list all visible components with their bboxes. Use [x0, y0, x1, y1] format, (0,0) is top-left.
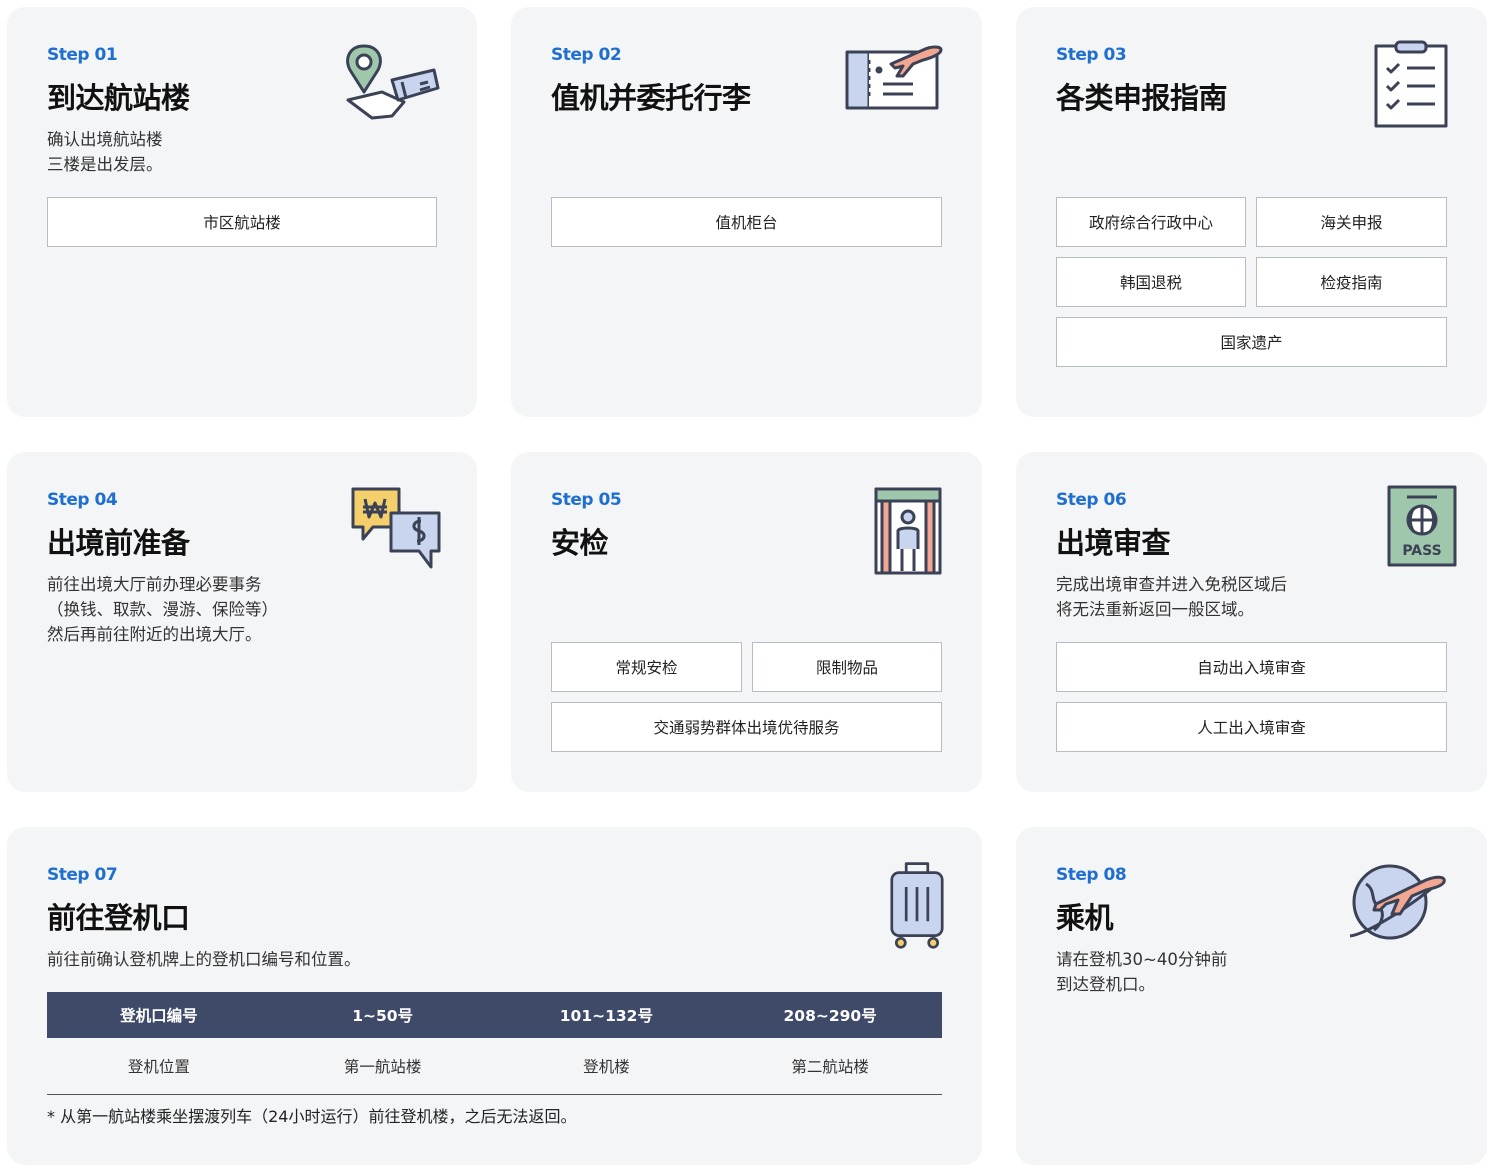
- step-title: 安检: [551, 526, 609, 560]
- step-title: 出境前准备: [47, 526, 190, 560]
- globe-plane-icon: [1349, 864, 1446, 940]
- table-cell: 登机楼: [494, 1038, 719, 1095]
- step-desc: 前往前确认登机牌上的登机口编号和位置。: [47, 950, 361, 969]
- step-card-02: Step 02 值机并委托行李 值机柜台: [511, 7, 982, 417]
- boarding-ticket-plane-icon: [845, 45, 943, 110]
- table-cell: 第一航站楼: [270, 1038, 495, 1095]
- security-gate-icon: [874, 487, 942, 575]
- table-cell: 登机位置: [47, 1038, 271, 1095]
- step-title: 出境审查: [1056, 526, 1171, 560]
- table-row: 登机位置 第一航站楼 登机楼 第二航站楼: [47, 1038, 942, 1095]
- step-card-07: Step 07 前往登机口 前往前确认登机牌上的登机口编号和位置。 登机口编号 …: [7, 827, 982, 1165]
- general-security-button[interactable]: 常规安检: [551, 642, 742, 692]
- table-header-cell: 208~290号: [718, 992, 942, 1038]
- step-label: Step 07: [47, 865, 118, 885]
- step-label: Step 05: [551, 490, 622, 510]
- manual-immigration-button[interactable]: 人工出入境审查: [1056, 702, 1447, 752]
- step-desc: 确认出境航站楼 三楼是出发层。: [47, 130, 163, 174]
- step-label: Step 01: [47, 45, 118, 65]
- step-title: 到达航站楼: [47, 81, 190, 115]
- step-card-01: Step 01 到达航站楼 确认出境航站楼 三楼是出发层。 市区航站楼: [7, 7, 477, 417]
- national-heritage-button[interactable]: 国家遗产: [1056, 317, 1447, 367]
- step-desc: 完成出境审查并进入免税区域后 将无法重新返回一般区域。: [1056, 575, 1287, 619]
- step-card-06: Step 06 出境审查 完成出境审查并进入免税区域后 将无法重新返回一般区域。…: [1016, 452, 1487, 792]
- korea-tax-refund-button[interactable]: 韩国退税: [1056, 257, 1246, 307]
- table-header-row: 登机口编号 1~50号 101~132号 208~290号: [47, 992, 942, 1038]
- city-terminal-button[interactable]: 市区航站楼: [47, 197, 437, 247]
- step-card-08: Step 08 乘机 请在登机30~40分钟前 到达登机口。: [1016, 827, 1487, 1165]
- table-cell: 第二航站楼: [718, 1038, 942, 1095]
- auto-immigration-button[interactable]: 自动出入境审查: [1056, 642, 1447, 692]
- table-header-cell: 1~50号: [270, 992, 495, 1038]
- gate-info-table: 登机口编号 1~50号 101~132号 208~290号 登机位置 第一航站楼…: [47, 992, 942, 1095]
- restricted-items-button[interactable]: 限制物品: [752, 642, 942, 692]
- step-label: Step 08: [1056, 865, 1127, 885]
- step-label: Step 06: [1056, 490, 1127, 510]
- gov-admin-center-button[interactable]: 政府综合行政中心: [1056, 197, 1246, 247]
- table-header-cell: 101~132号: [494, 992, 719, 1038]
- step-card-05: Step 05 安检 常规安检 限制物品 交通弱势群体出境优待服务: [511, 452, 982, 792]
- step-desc: 请在登机30~40分钟前 到达登机口。: [1056, 950, 1228, 994]
- shuttle-train-note: * 从第一航站楼乘坐摆渡列车（24小时运行）前往登机楼，之后无法返回。: [47, 1107, 577, 1126]
- step-title: 乘机: [1056, 901, 1114, 935]
- step-label: Step 03: [1056, 45, 1127, 65]
- table-header-cell: 登机口编号: [47, 992, 271, 1038]
- checklist-clipboard-icon: [1374, 40, 1448, 128]
- mobility-impaired-priority-button[interactable]: 交通弱势群体出境优待服务: [551, 702, 942, 752]
- step-label: Step 02: [551, 45, 622, 65]
- step-title: 前往登机口: [47, 901, 190, 935]
- suitcase-icon: [890, 862, 944, 949]
- step-desc: 前往出境大厅前办理必要事务 （换钱、取款、漫游、保险等） 然后再前往附近的出境大…: [47, 575, 278, 644]
- currency-exchange-icon: [351, 487, 441, 569]
- step-card-03: Step 03 各类申报指南 政府综合行政中心 海关申报 韩国退税 检疫指南 国…: [1016, 7, 1487, 417]
- step-title: 各类申报指南: [1056, 81, 1228, 115]
- map-pin-ticket-icon: [346, 44, 440, 120]
- step-card-04: Step 04 出境前准备 前往出境大厅前办理必要事务 （换钱、取款、漫游、保险…: [7, 452, 477, 792]
- step-title: 值机并委托行李: [551, 81, 751, 115]
- passport-icon: PASS: [1387, 485, 1457, 567]
- quarantine-guide-button[interactable]: 检疫指南: [1256, 257, 1447, 307]
- step-label: Step 04: [47, 490, 118, 510]
- customs-declaration-button[interactable]: 海关申报: [1256, 197, 1447, 247]
- checkin-counter-button[interactable]: 值机柜台: [551, 197, 942, 247]
- svg-text:PASS: PASS: [1402, 543, 1441, 559]
